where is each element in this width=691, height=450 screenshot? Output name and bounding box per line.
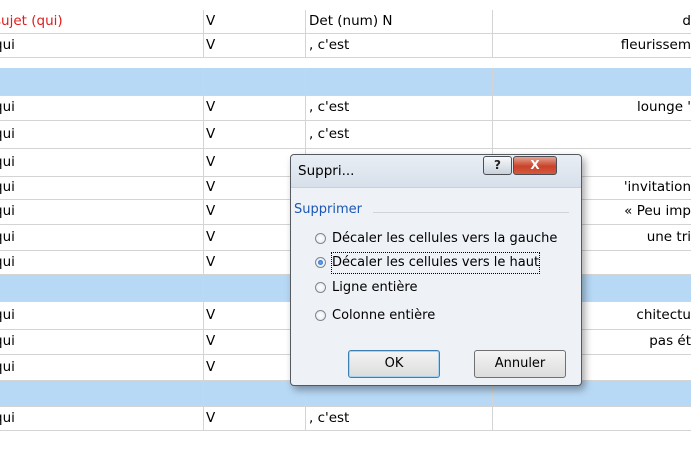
radio-entire-row[interactable] bbox=[315, 282, 326, 293]
cell-col-3[interactable]: , c'est bbox=[306, 34, 493, 58]
cell-col-1[interactable]: qui bbox=[0, 302, 204, 330]
cell-col-3[interactable]: , c'est bbox=[306, 407, 493, 431]
cell-col-2[interactable]: V bbox=[204, 121, 306, 149]
radio-shift-left[interactable] bbox=[315, 233, 326, 244]
option-label: Colonne entière bbox=[332, 308, 436, 323]
cell-text: qui bbox=[0, 37, 15, 53]
cell-text: V bbox=[206, 333, 216, 349]
table-row[interactable]: qui V , c'est bbox=[0, 407, 691, 431]
delete-cells-dialog: Suppri... ? X Supprimer Décaler les cell… bbox=[290, 154, 582, 386]
cell-text: V bbox=[206, 126, 216, 142]
group-divider bbox=[373, 212, 569, 213]
cell-text: pas ét bbox=[649, 333, 691, 349]
cell-col-1[interactable]: qui bbox=[0, 177, 204, 200]
group-label-supprimer: Supprimer bbox=[294, 202, 362, 217]
cell-col-1[interactable] bbox=[0, 381, 204, 407]
cancel-button[interactable]: Annuler bbox=[474, 350, 566, 378]
cell-col-4[interactable]: d bbox=[493, 10, 691, 34]
cell-text: qui bbox=[0, 333, 15, 349]
cell-text: une tri bbox=[646, 229, 691, 245]
cell-text: V bbox=[206, 37, 216, 53]
cell-text: V bbox=[206, 359, 216, 375]
cell-col-4[interactable] bbox=[493, 68, 691, 96]
cell-col-3[interactable] bbox=[306, 68, 493, 96]
cell-col-1[interactable]: qui bbox=[0, 355, 204, 381]
cell-col-1[interactable]: qui bbox=[0, 149, 204, 177]
cell-text: , c'est bbox=[309, 126, 350, 142]
cell-text: V bbox=[206, 13, 216, 29]
cell-text: qui bbox=[0, 203, 15, 219]
cell-text: 'invitation bbox=[623, 179, 691, 195]
cell-text: qui bbox=[0, 229, 15, 245]
cell-text: qui bbox=[0, 359, 15, 375]
cell-text: V bbox=[206, 99, 216, 115]
cell-text: , c'est bbox=[309, 37, 350, 53]
cell-col-4[interactable]: fleurissem bbox=[493, 34, 691, 58]
cell-col-1[interactable]: qui bbox=[0, 34, 204, 58]
cell-text: qui bbox=[0, 126, 15, 142]
cell-col-1[interactable]: qui bbox=[0, 330, 204, 355]
cell-text: qui bbox=[0, 254, 15, 270]
cell-col-1[interactable]: qui bbox=[0, 407, 204, 431]
cell-col-2[interactable]: V bbox=[204, 96, 306, 121]
cell-text: V bbox=[206, 203, 216, 219]
cell-text: V bbox=[206, 410, 216, 426]
table-row[interactable]: qui V , c'est fleurissem bbox=[0, 34, 691, 58]
cell-col-1[interactable]: qui bbox=[0, 251, 204, 275]
cell-text: fleurissem bbox=[620, 37, 691, 53]
cell-col-2[interactable]: V bbox=[204, 34, 306, 58]
table-row[interactable]: sujet (qui) V Det (num) N d bbox=[0, 10, 691, 34]
radio-entire-column[interactable] bbox=[315, 310, 326, 321]
cell-col-1[interactable]: qui bbox=[0, 121, 204, 149]
cell-col-1[interactable] bbox=[0, 275, 204, 302]
cell-text: lounge ' bbox=[637, 99, 691, 115]
cell-col-3[interactable]: Det (num) N bbox=[306, 10, 493, 34]
option-label: Décaler les cellules vers la gauche bbox=[332, 231, 558, 246]
cell-col-2[interactable]: V bbox=[204, 10, 306, 34]
cell-text: qui bbox=[0, 154, 15, 170]
cell-col-4[interactable]: lounge ' bbox=[493, 96, 691, 121]
cell-text: « Peu imp bbox=[624, 203, 691, 219]
cell-col-1[interactable]: qui bbox=[0, 200, 204, 225]
cell-text: chitectu bbox=[636, 307, 691, 323]
cell-text: qui bbox=[0, 410, 15, 426]
dialog-titlebar[interactable]: Suppri... ? X bbox=[291, 155, 581, 188]
cell-text: V bbox=[206, 307, 216, 323]
cell-col-3[interactable]: , c'est bbox=[306, 96, 493, 121]
table-row[interactable]: qui V , c'est bbox=[0, 121, 691, 149]
cell-text: Det (num) N bbox=[309, 13, 393, 29]
dialog-title: Suppri... bbox=[298, 163, 355, 179]
cell-col-4[interactable] bbox=[493, 407, 691, 431]
option-label: Ligne entière bbox=[332, 280, 418, 295]
cell-text: qui bbox=[0, 99, 15, 115]
radio-shift-up[interactable] bbox=[315, 257, 326, 268]
cell-col-1[interactable]: sujet (qui) bbox=[0, 10, 204, 34]
cell-col-2[interactable]: V bbox=[204, 407, 306, 431]
selected-empty-row[interactable] bbox=[0, 68, 691, 96]
cell-text: qui bbox=[0, 307, 15, 323]
help-button[interactable]: ? bbox=[483, 156, 512, 175]
cell-text: sujet (qui) bbox=[0, 13, 63, 29]
cell-text: V bbox=[206, 179, 216, 195]
cell-col-1[interactable]: qui bbox=[0, 225, 204, 251]
cell-text: qui bbox=[0, 179, 15, 195]
cell-text: , c'est bbox=[309, 410, 350, 426]
cell-col-3[interactable]: , c'est bbox=[306, 121, 493, 149]
cell-col-1[interactable] bbox=[0, 68, 204, 96]
option-label: Décaler les cellules vers le haut bbox=[330, 252, 541, 274]
cell-text: V bbox=[206, 254, 216, 270]
cell-col-4[interactable] bbox=[493, 121, 691, 149]
cell-text: , c'est bbox=[309, 99, 350, 115]
ok-button[interactable]: OK bbox=[348, 350, 440, 378]
cell-col-2[interactable] bbox=[204, 68, 306, 96]
table-row[interactable]: qui V , c'est lounge ' bbox=[0, 96, 691, 121]
cell-text: V bbox=[206, 229, 216, 245]
close-button[interactable]: X bbox=[513, 156, 557, 175]
cell-text: V bbox=[206, 154, 216, 170]
close-icon: X bbox=[530, 158, 540, 172]
help-icon: ? bbox=[494, 158, 501, 172]
cell-col-1[interactable]: qui bbox=[0, 96, 204, 121]
cell-text: d bbox=[682, 13, 691, 29]
